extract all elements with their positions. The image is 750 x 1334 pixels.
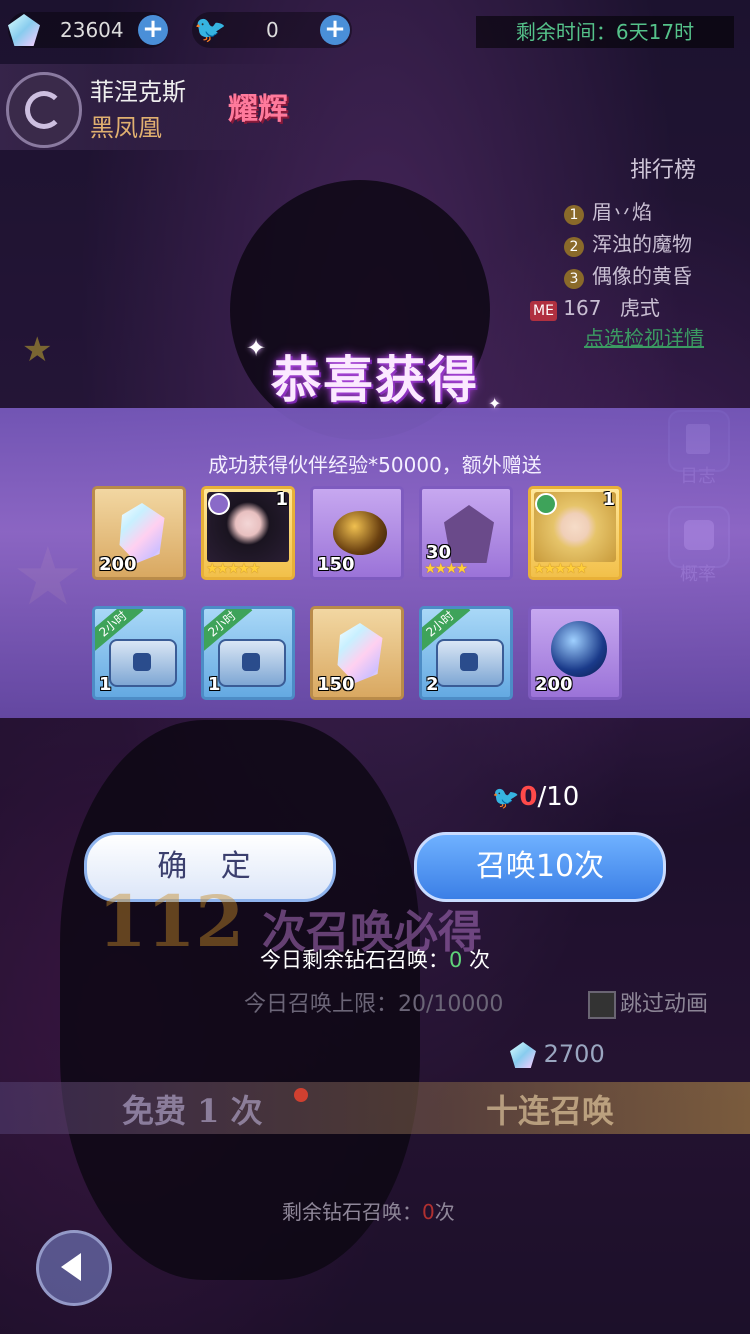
gold-chest-icon: [436, 639, 504, 687]
diamond-icon: [8, 14, 40, 46]
remain-prefix: 剩余钻石召唤：: [282, 1200, 422, 1224]
rank-number: 1: [564, 205, 584, 225]
reward-item-chest[interactable]: 2小时 1: [92, 606, 186, 700]
diamond-cost: 2700: [510, 1040, 605, 1068]
summon-progress: 🐦0/10: [492, 782, 579, 812]
pool-emblem-icon: [6, 72, 82, 148]
progress-total: /10: [537, 782, 580, 812]
back-button[interactable]: [36, 1230, 112, 1306]
progress-current: 0: [519, 782, 538, 812]
reward-item-egg[interactable]: 150: [310, 486, 404, 580]
sparkle-icon: ✦: [488, 394, 502, 413]
ranking-row: 1 眉丷焰: [564, 196, 652, 225]
rank-name: 偶像的黄昏: [592, 264, 692, 288]
remaining-time: 剩余时间：6天17时: [476, 16, 734, 48]
summon-bar: [0, 1082, 750, 1134]
egg-icon: [333, 511, 387, 555]
pool-subname: 黑凤凰: [90, 114, 162, 142]
ranking-me-row: ME 167 虎式: [530, 292, 660, 321]
today-prefix: 今日剩余钻石召唤：: [259, 948, 449, 972]
reward-title: 恭喜获得: [271, 350, 479, 409]
add-bird-button[interactable]: +: [320, 15, 350, 45]
rarity-stars: ★★★★: [424, 561, 468, 577]
sparkle-icon: ✦: [246, 334, 267, 362]
ranking-row: 3 偶像的黄昏: [564, 260, 692, 289]
ranking-title[interactable]: 排行榜: [630, 152, 696, 184]
reward-item-chest[interactable]: 2小时 1: [201, 606, 295, 700]
reward-item-gem[interactable]: 200: [92, 486, 186, 580]
limit-label: 今日召唤上限：: [244, 992, 399, 1017]
rank-number: 3: [564, 269, 584, 289]
pool-name: 菲涅克斯: [90, 78, 186, 106]
notification-dot: [294, 1088, 308, 1102]
reward-item-gem[interactable]: 150: [310, 606, 404, 700]
bird-icon: 🐦: [492, 786, 520, 811]
chest-icon: [109, 639, 177, 687]
item-qty: 150: [317, 554, 355, 575]
item-qty: 30: [426, 542, 452, 563]
reward-item-character[interactable]: 1 ★★★★★: [528, 486, 622, 580]
item-count: 1: [602, 489, 615, 510]
remaining-diamond-summons: 剩余钻石召唤：0次: [282, 1196, 455, 1225]
shard-icon: [444, 505, 494, 563]
bird-icon: 🐦: [194, 15, 227, 45]
item-qty: 200: [535, 674, 573, 695]
remain-suffix: 次: [434, 1200, 455, 1224]
item-qty: 200: [99, 554, 137, 575]
today-value: 0: [448, 948, 463, 972]
crystal-orb-icon: [551, 621, 607, 677]
rank-number: 2: [564, 237, 584, 257]
remain-value: 0: [422, 1200, 435, 1224]
item-qty: 150: [317, 674, 355, 695]
summon-10-button[interactable]: 召唤10次: [414, 832, 666, 902]
skip-checkbox[interactable]: [588, 991, 616, 1019]
ten-summon-button[interactable]: 十连召唤: [486, 1086, 614, 1132]
today-suffix: 次: [462, 948, 491, 972]
skip-animation-toggle[interactable]: 跳过动画: [588, 986, 708, 1019]
back-arrow-icon: [61, 1253, 81, 1281]
chest-icon: [218, 639, 286, 687]
item-qty: 2: [426, 674, 439, 695]
diamond-icon: [510, 1042, 536, 1068]
bird-count: 0: [266, 18, 279, 42]
skip-label: 跳过动画: [620, 992, 709, 1017]
add-diamond-button[interactable]: +: [138, 15, 168, 45]
me-name: 虎式: [619, 296, 660, 320]
rarity-stars: ★★★★★: [206, 561, 261, 577]
leaf-badge-icon: [535, 493, 557, 515]
item-qty: 1: [208, 674, 221, 695]
reward-subtitle: 成功获得伙伴经验*50000，额外赠送: [208, 453, 542, 477]
today-diamond-summons: 今日剩余钻石召唤：0 次: [0, 944, 750, 974]
item-qty: 1: [99, 674, 112, 695]
reward-item-shard[interactable]: 30 ★★★★: [419, 486, 513, 580]
reward-item-orb[interactable]: 200: [528, 606, 622, 700]
free-summon-button[interactable]: 免费 1 次: [122, 1086, 263, 1132]
reward-item-character[interactable]: 1 ★★★★★: [201, 486, 295, 580]
me-rank: 167: [563, 296, 602, 320]
rank-name: 眉丷焰: [592, 200, 652, 224]
diamond-count: 23604: [60, 18, 124, 42]
me-badge: ME: [530, 301, 557, 321]
ranking-row: 2 浑浊的魔物: [564, 228, 692, 257]
item-count: 1: [275, 489, 288, 510]
diamond-cost-value: 2700: [543, 1040, 605, 1068]
rarity-stars: ★★★★★: [533, 561, 588, 577]
moon-badge-icon: [208, 493, 230, 515]
pool-badge: 耀辉: [228, 92, 288, 127]
summon-limit: 今日召唤上限：20/10000: [244, 986, 503, 1018]
limit-value: 20/10000: [398, 992, 504, 1017]
rank-name: 浑浊的魔物: [592, 232, 692, 256]
reward-item-gold-chest[interactable]: 2小时 2: [419, 606, 513, 700]
